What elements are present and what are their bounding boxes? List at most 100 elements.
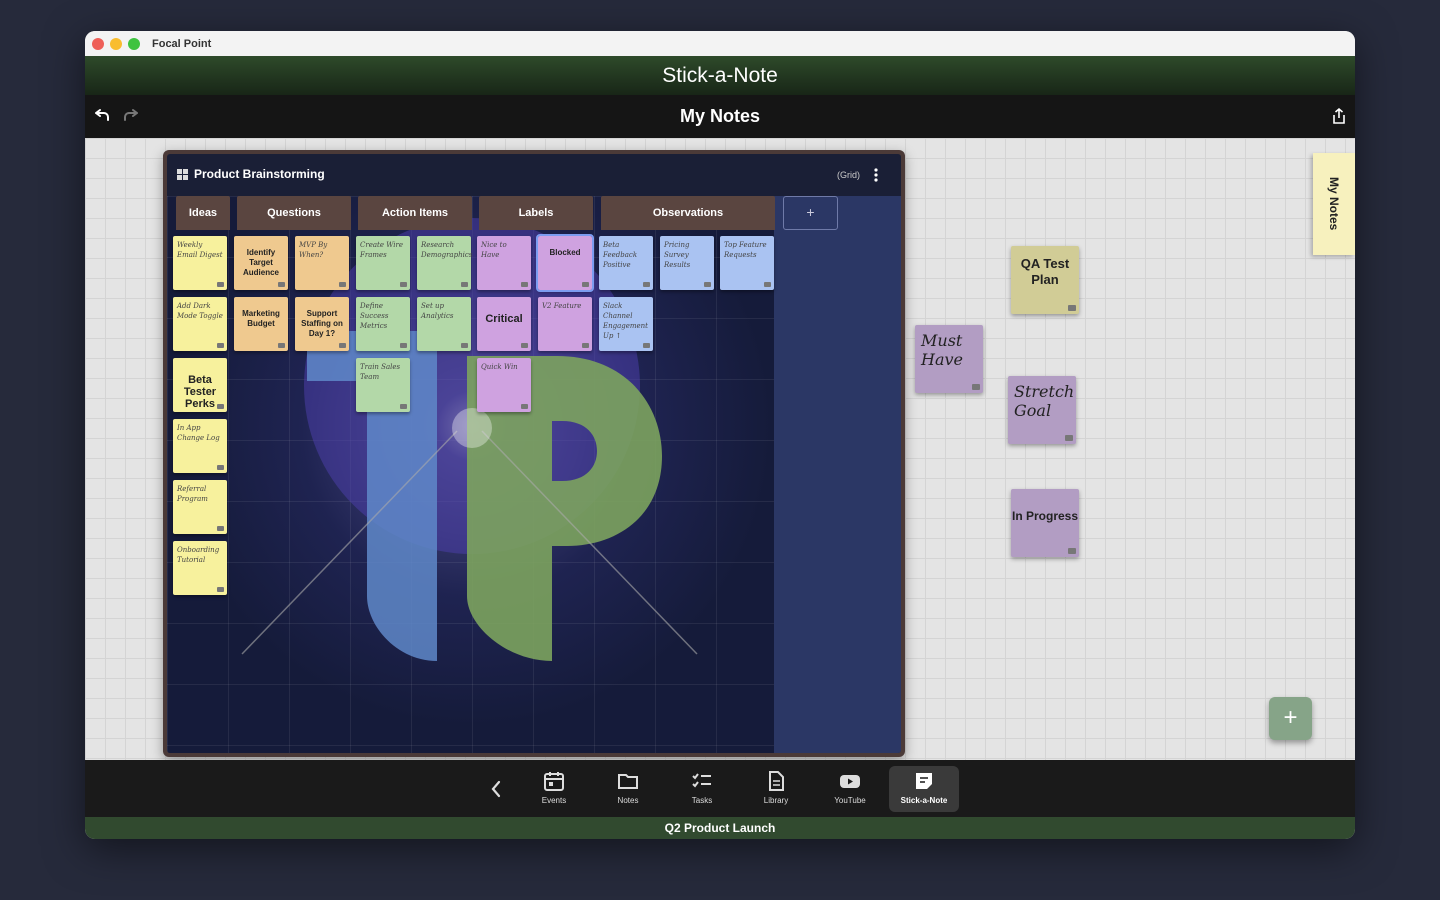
toolbar: My Notes [85, 95, 1355, 138]
sticky-note[interactable]: MVP By When? [295, 236, 349, 290]
sticky-note[interactable]: Train Sales Team [356, 358, 410, 412]
my-notes-side-tab[interactable]: My Notes [1313, 153, 1355, 255]
sticky-note[interactable]: Pricing Survey Results [660, 236, 714, 290]
sticky-note[interactable]: Top Feature Requests [720, 236, 774, 290]
tab-events[interactable]: Events [519, 766, 589, 812]
add-column-button[interactable]: + [783, 196, 838, 230]
sticky-note[interactable]: Onboarding Tutorial [173, 541, 227, 595]
note-edit-icon[interactable] [217, 404, 224, 409]
sticky-note-icon [916, 773, 932, 789]
tab-label: Stick-a-Note [900, 796, 948, 805]
note-edit-icon[interactable] [217, 465, 224, 470]
note-edit-icon[interactable] [1068, 305, 1076, 311]
sticky-note-stretch-goal[interactable]: Stretch Goal [1008, 376, 1076, 444]
more-options-icon[interactable] [873, 167, 879, 183]
tab-stick-a-note[interactable]: Stick-a-Note [889, 766, 959, 812]
note-text: Define Success Metrics [360, 302, 389, 330]
note-edit-icon[interactable] [278, 282, 285, 287]
note-text: Add Dark Mode Toggle [177, 302, 223, 320]
note-edit-icon[interactable] [643, 282, 650, 287]
share-icon[interactable] [1330, 107, 1348, 125]
sticky-note-must-have[interactable]: Must Have [915, 325, 983, 393]
sticky-note[interactable]: Slack Channel Engagement Up ↑ [599, 297, 653, 351]
sticky-note[interactable]: Nice to Have [477, 236, 531, 290]
close-window-button[interactable] [92, 37, 104, 50]
note-text: In Progress [1011, 509, 1079, 523]
note-edit-icon[interactable] [461, 282, 468, 287]
note-text: Referral Program [177, 485, 208, 503]
note-edit-icon[interactable] [764, 282, 771, 287]
note-edit-icon[interactable] [339, 282, 346, 287]
sticky-note[interactable]: Research Demographics [417, 236, 473, 290]
minimize-window-button[interactable] [110, 37, 122, 50]
note-edit-icon[interactable] [400, 404, 407, 409]
note-edit-icon[interactable] [339, 343, 346, 348]
sticky-note[interactable]: Create Wire Frames [356, 236, 410, 290]
sticky-note[interactable]: Blocked [536, 234, 594, 292]
note-edit-icon[interactable] [461, 343, 468, 348]
note-edit-icon[interactable] [521, 282, 528, 287]
note-edit-icon[interactable] [1068, 548, 1076, 554]
document-icon [769, 771, 784, 791]
note-edit-icon[interactable] [400, 282, 407, 287]
note-text: Research Demographics [421, 241, 473, 259]
sticky-note[interactable]: Beta Tester Perks [173, 358, 227, 412]
note-edit-icon[interactable] [217, 587, 224, 592]
sticky-note-qa-test-plan[interactable]: QA Test Plan [1011, 246, 1079, 314]
sticky-note[interactable]: Support Staffing on Day 1? [295, 297, 349, 351]
add-note-button[interactable]: + [1269, 697, 1312, 740]
sticky-note[interactable]: Set up Analytics [417, 297, 471, 351]
sticky-note-in-progress[interactable]: In Progress [1011, 489, 1079, 557]
note-edit-icon[interactable] [704, 282, 711, 287]
column-header-action-items[interactable]: Action Items [358, 196, 472, 230]
board-empty-column [774, 196, 901, 753]
note-edit-icon[interactable] [1065, 435, 1073, 441]
sticky-note[interactable]: Define Success Metrics [356, 297, 410, 351]
sticky-note[interactable]: Weekly Email Digest [173, 236, 227, 290]
note-edit-icon[interactable] [582, 282, 589, 287]
tab-youtube[interactable]: YouTube [815, 766, 885, 812]
bottom-tab-bar: Events Notes Tasks Library YouTube Stick… [85, 760, 1355, 817]
sticky-note[interactable]: Identify Target Audience [234, 236, 288, 290]
tab-tasks[interactable]: Tasks [667, 766, 737, 812]
note-edit-icon[interactable] [400, 343, 407, 348]
note-edit-icon[interactable] [217, 282, 224, 287]
notes-canvas[interactable]: Product Brainstorming (Grid) Ideas Quest… [85, 138, 1355, 760]
column-header-questions[interactable]: Questions [237, 196, 351, 230]
side-tab-label: My Notes [1327, 177, 1341, 231]
note-text: Beta Tester Perks [183, 374, 217, 410]
note-edit-icon[interactable] [521, 343, 528, 348]
board-frame[interactable]: Product Brainstorming (Grid) Ideas Quest… [163, 150, 905, 757]
project-footer: Q2 Product Launch [85, 817, 1355, 839]
note-edit-icon[interactable] [278, 343, 285, 348]
sticky-note[interactable]: Referral Program [173, 480, 227, 534]
note-edit-icon[interactable] [643, 343, 650, 348]
note-edit-icon[interactable] [582, 343, 589, 348]
note-text: Must Have [921, 331, 963, 369]
grid-view-icon [177, 169, 188, 180]
tab-label: Events [541, 796, 567, 805]
tab-library[interactable]: Library [741, 766, 811, 812]
column-header-ideas[interactable]: Ideas [176, 196, 230, 230]
note-edit-icon[interactable] [521, 404, 528, 409]
note-edit-icon[interactable] [217, 343, 224, 348]
sticky-note[interactable]: Beta Feedback Positive [599, 236, 653, 290]
sticky-note[interactable]: V2 Feature [538, 297, 592, 351]
sticky-note[interactable]: Add Dark Mode Toggle [173, 297, 227, 351]
sticky-note[interactable]: In App Change Log [173, 419, 227, 473]
note-edit-icon[interactable] [217, 526, 224, 531]
tab-notes[interactable]: Notes [593, 766, 663, 812]
column-header-labels[interactable]: Labels [479, 196, 593, 230]
sticky-note[interactable]: Marketing Budget [234, 297, 288, 351]
column-header-observations[interactable]: Observations [601, 196, 775, 230]
tab-label: YouTube [834, 796, 866, 805]
sticky-note[interactable]: Critical [477, 297, 531, 351]
note-text: Support Staffing on Day 1? [301, 309, 343, 338]
zoom-window-button[interactable] [128, 37, 140, 50]
note-text: Stretch Goal [1014, 382, 1075, 420]
sticky-note[interactable]: Quick Win [477, 358, 531, 412]
note-edit-icon[interactable] [972, 384, 980, 390]
back-chevron-icon[interactable] [490, 779, 502, 799]
tab-label: Tasks [691, 796, 713, 805]
view-mode-label[interactable]: (Grid) [837, 170, 860, 180]
